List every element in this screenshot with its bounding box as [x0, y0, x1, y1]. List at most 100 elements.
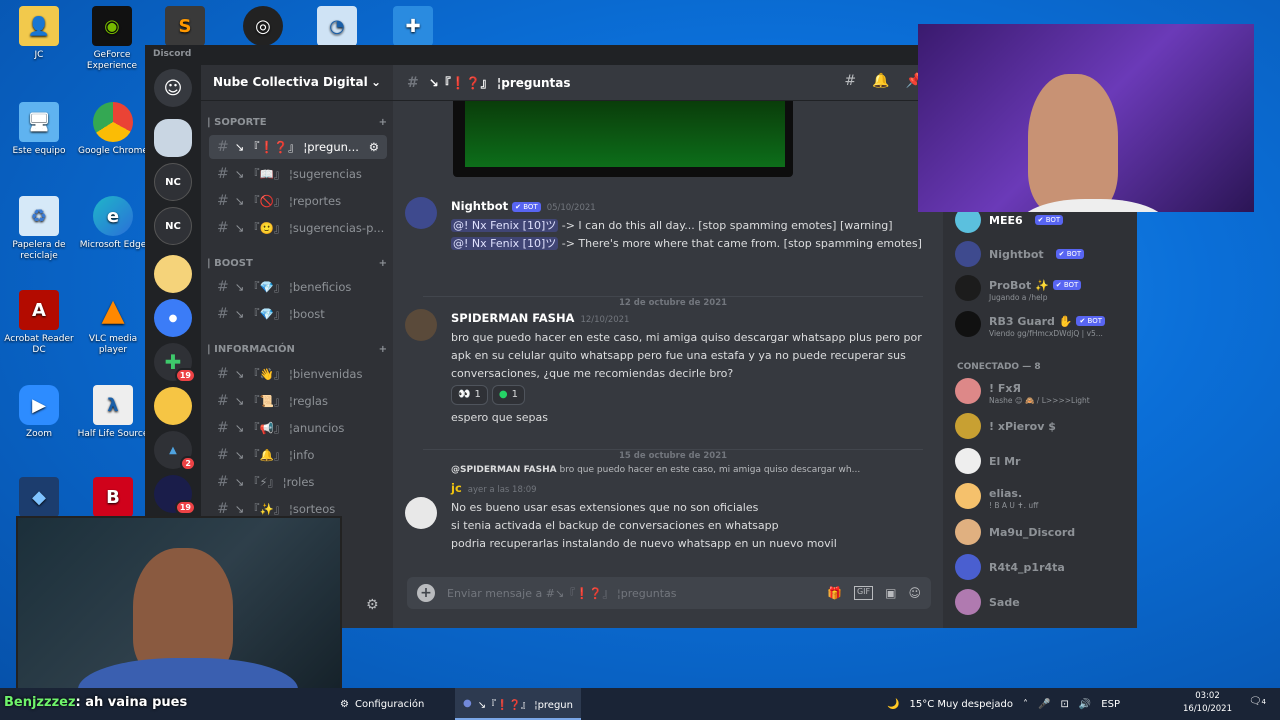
- member-item[interactable]: Sade: [955, 588, 1135, 616]
- server-icon[interactable]: 19: [154, 475, 196, 515]
- mic-icon[interactable]: 🎤: [1038, 699, 1050, 710]
- reddit-server-icon[interactable]: ●: [154, 299, 192, 337]
- desktop-icon-app6[interactable]: ✚: [374, 6, 452, 50]
- threads-icon[interactable]: #: [844, 73, 856, 89]
- message-input[interactable]: + Enviar mensaje a #↘『❗❓』 ¦preguntas 🎁 G…: [407, 577, 931, 609]
- gif-button[interactable]: GIF: [853, 586, 874, 600]
- desktop-icon-edge[interactable]: e Microsoft Edge: [74, 196, 152, 251]
- avatar: [955, 413, 981, 439]
- server-icon[interactable]: [154, 387, 192, 425]
- message-author[interactable]: Nightbot: [451, 199, 508, 213]
- member-item[interactable]: Nightbot ✔ BOT: [955, 240, 1135, 268]
- message-line: No es bueno usar esas extensiones que no…: [451, 501, 759, 514]
- discord-home-icon[interactable]: ☺: [154, 69, 192, 107]
- zoom-icon: ▶: [19, 385, 59, 425]
- desktop-icon-chrome[interactable]: Google Chrome: [74, 102, 152, 157]
- category-informacion[interactable]: | INFORMACIÓN +: [207, 344, 387, 355]
- avatar: [955, 275, 981, 301]
- channel-roles[interactable]: # ↘ 『⚡』 ¦roles: [209, 470, 387, 494]
- message-text: bro que puedo hacer en este caso, mi ami…: [451, 331, 922, 380]
- channel-beneficios[interactable]: # ↘ 『💎』 ¦beneficios: [209, 275, 387, 299]
- message-author[interactable]: jc: [451, 481, 462, 495]
- cloud-server-icon[interactable]: NC: [154, 163, 192, 201]
- channel-sugerencias-p[interactable]: # ↘ 『🙂』 ¦sugerencias-p...: [209, 216, 387, 240]
- member-item[interactable]: ! FxЯ Nashe 😊 🙈 / L>>>>Light: [955, 377, 1135, 405]
- category-boost[interactable]: | BOOST +: [207, 258, 387, 269]
- desktop-icon-halflife[interactable]: λ Half Life Source: [74, 385, 152, 440]
- desktop-icon-geforce[interactable]: ◉ GeForce Experience: [73, 6, 151, 72]
- image-attachment[interactable]: [453, 101, 793, 177]
- reaction-button[interactable]: ● 1: [491, 385, 525, 405]
- language-label[interactable]: ESP: [1101, 699, 1120, 710]
- avatar: [955, 241, 981, 267]
- chevron-down-icon[interactable]: ⌄: [371, 75, 381, 90]
- stream-chat-overlay: Benjzzzez: ah vaina pues: [4, 695, 188, 710]
- taskbar-discord[interactable]: ●↘『❗❓』 ¦preguntas - ...: [455, 688, 581, 720]
- sticker-icon[interactable]: ▣: [885, 586, 896, 600]
- cloud-server-icon[interactable]: NC: [154, 207, 192, 245]
- desktop-icon-sublime[interactable]: S: [146, 6, 224, 50]
- clock[interactable]: 03:02 16/10/2021: [1183, 690, 1232, 716]
- desktop-icon-papelera[interactable]: ♻ Papelera de reciclaje: [0, 196, 78, 262]
- add-channel-icon[interactable]: +: [379, 117, 387, 128]
- channel-sugerencias[interactable]: # ↘ 『📖』 ¦sugerencias: [209, 162, 387, 186]
- volume-icon[interactable]: 🔊: [1079, 699, 1091, 710]
- message-author[interactable]: SPIDERMAN FASHA: [451, 311, 574, 325]
- notification-icon[interactable]: 🗨4: [1249, 696, 1266, 707]
- add-channel-icon[interactable]: +: [379, 258, 387, 269]
- channel-reportes[interactable]: # ↘ 『🚫』 ¦reportes: [209, 189, 387, 213]
- avatar[interactable]: [405, 309, 437, 341]
- desktop-icon-este-equipo[interactable]: 🖥 Este equipo: [0, 102, 78, 157]
- desktop-icon-vlc[interactable]: ▲ VLC media player: [74, 290, 152, 356]
- desktop-icon-app5[interactable]: ◔: [298, 6, 376, 50]
- server-header[interactable]: Nube Collectiva Digital ⌄: [201, 65, 393, 101]
- desktop-icon-jc[interactable]: 👤 JC: [0, 6, 78, 61]
- member-list: MEE6 ✔ BOT Nightbot ✔ BOT ProBot ✨ ✔ BOT Jug…: [943, 207, 1137, 628]
- taskbar-configuracion[interactable]: ⚙ Configuración: [332, 688, 432, 720]
- network-icon[interactable]: ⊡: [1060, 699, 1068, 710]
- channel-info[interactable]: # ↘ 『🔔』 ¦info: [209, 443, 387, 467]
- channel-anuncios[interactable]: # ↘ 『📢』 ¦anuncios: [209, 416, 387, 440]
- member-item[interactable]: ProBot ✨ ✔ BOT Jugando a /help: [955, 274, 1135, 302]
- channel-reglas[interactable]: # ↘ 『📜』 ¦reglas: [209, 389, 387, 413]
- desktop-icon-zoom[interactable]: ▶ Zoom: [0, 385, 78, 440]
- member-item[interactable]: RB3 Guard ✋ ✔ BOT Viendo gg/fHmcxDWdjQ | v…: [955, 310, 1135, 338]
- server-icon[interactable]: ▲ 2: [154, 431, 196, 471]
- channel-title: ↘『❗❓』 ¦preguntas: [428, 76, 571, 90]
- category-soporte[interactable]: | SOPORTE +: [207, 117, 387, 128]
- member-item[interactable]: ! xPierov $: [955, 412, 1135, 440]
- avatar[interactable]: [405, 197, 437, 229]
- weather-label[interactable]: 15°C Muy despejado: [909, 699, 1013, 710]
- hash-icon: #: [407, 74, 419, 91]
- desktop-icon-acrobat[interactable]: A Acrobat Reader DC: [0, 290, 78, 356]
- gift-icon[interactable]: 🎁: [827, 586, 842, 600]
- member-item[interactable]: R4t4_p1r4ta: [955, 553, 1135, 581]
- user-mention[interactable]: @! Nx Fenix [10]ツ: [451, 237, 559, 250]
- server-icon[interactable]: [154, 255, 192, 293]
- member-item[interactable]: elias.! B A U ✝. uff: [955, 482, 1135, 510]
- add-channel-icon[interactable]: +: [379, 344, 387, 355]
- bell-icon[interactable]: 🔔: [872, 73, 889, 89]
- desktop-icon-app-b[interactable]: B: [74, 477, 152, 521]
- moon-icon: 🌙: [887, 698, 900, 710]
- channel-bienvenidas[interactable]: # ↘ 『👋』 ¦bienvenidas: [209, 362, 387, 386]
- emoji-icon[interactable]: ☺: [908, 586, 921, 600]
- add-attachment-icon[interactable]: +: [417, 584, 435, 602]
- settings-gear-icon[interactable]: ⚙: [366, 597, 379, 613]
- channel-boost[interactable]: # ↘ 『💎』 ¦boost: [209, 302, 387, 326]
- server-icon[interactable]: [154, 119, 192, 157]
- user-mention[interactable]: @! Nx Fenix [10]ツ: [451, 219, 559, 232]
- channel-preguntas[interactable]: # ↘ 『❗❓』 ¦pregun... ⚙: [209, 135, 387, 159]
- message-line: si tenia activada el backup de conversac…: [451, 519, 779, 532]
- member-item[interactable]: Ma9u_Discord: [955, 518, 1135, 546]
- server-icon[interactable]: ✚ 19: [154, 343, 196, 383]
- reaction-button[interactable]: 👀 1: [451, 385, 488, 405]
- chevron-up-icon[interactable]: ˄: [1023, 699, 1028, 710]
- reply-preview[interactable]: @SPIDERMAN FASHA bro que puedo hacer en …: [451, 461, 925, 479]
- desktop-icon-obs[interactable]: ◎: [224, 6, 302, 50]
- member-item[interactable]: El Mr: [955, 447, 1135, 475]
- toolbox-icon: ✚: [393, 6, 433, 46]
- message-text: espero que sepas: [451, 411, 548, 424]
- avatar[interactable]: [405, 497, 437, 529]
- desktop-icon-app-a[interactable]: ◆: [0, 477, 78, 521]
